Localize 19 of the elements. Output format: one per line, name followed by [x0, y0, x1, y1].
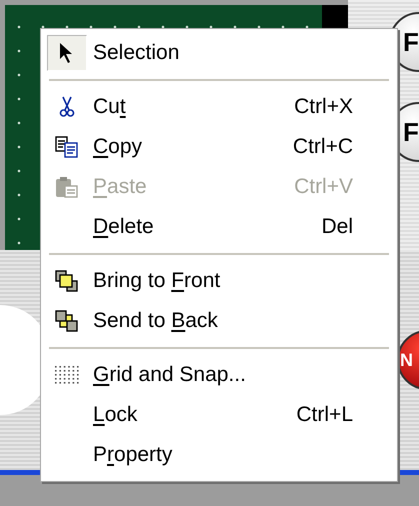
menu-item[interactable]: Copy Ctrl+C	[41, 127, 397, 167]
clipboard-icon	[55, 176, 79, 198]
shortcut-label: Ctrl+V	[294, 175, 353, 199]
menu-item[interactable]: Send to Back	[41, 301, 397, 341]
menu-item[interactable]: Cut Ctrl+X	[41, 87, 397, 127]
dotted-grid-icon	[54, 365, 80, 385]
scissors-icon	[59, 96, 75, 118]
send-to-back-icon	[55, 310, 79, 332]
shortcut-label: Ctrl+X	[294, 95, 353, 119]
menu-item[interactable]: Grid and Snap...	[41, 355, 397, 395]
menu-item[interactable]: Property	[41, 435, 397, 475]
shortcut-label: Ctrl+C	[292, 135, 353, 159]
menu-item[interactable]: Bring to Front	[41, 261, 397, 301]
menu-item[interactable]: Lock Ctrl+L	[41, 395, 397, 435]
shortcut-label: Ctrl+L	[296, 403, 353, 427]
menu-item[interactable]: Delete Del	[41, 207, 397, 247]
bring-to-front-icon	[55, 270, 79, 292]
copy-icon	[55, 136, 79, 158]
shortcut-label: Del	[321, 215, 353, 239]
